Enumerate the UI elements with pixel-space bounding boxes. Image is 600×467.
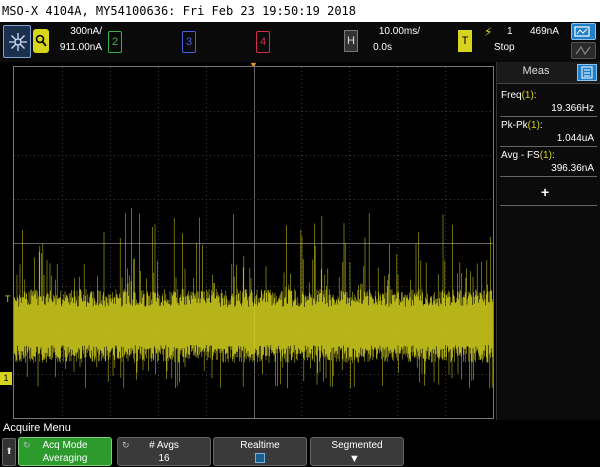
main-menu-button[interactable] xyxy=(3,25,31,58)
softkey-value: Averaging xyxy=(42,453,88,464)
starburst-icon xyxy=(9,33,27,51)
waveform-display[interactable] xyxy=(13,66,494,419)
divider xyxy=(500,146,597,147)
navigate-button[interactable] xyxy=(571,42,596,59)
softkey-label: Realtime xyxy=(240,440,280,451)
channel-1-ground-marker[interactable]: 1 xyxy=(0,372,12,385)
run-state: Stop xyxy=(494,42,515,53)
channel-3-button[interactable]: 3 xyxy=(182,31,196,53)
num-avgs-softkey[interactable]: ↻ # Avgs 16 xyxy=(117,437,211,466)
horizontal-button[interactable]: H xyxy=(344,30,358,52)
control-bar: 300nA/ 911.00nA 2 3 4 H 10.00ms/ 0.0s T … xyxy=(0,22,600,62)
title-bar: MSO-X 4104A, MY54100636: Fri Feb 23 19:5… xyxy=(0,0,600,22)
softkey-label: Acq Mode xyxy=(42,440,88,451)
trigger-level[interactable]: 469nA xyxy=(530,26,559,37)
softkey-label: Segmented xyxy=(331,440,383,451)
channel-4-button[interactable]: 4 xyxy=(256,31,270,53)
graticule xyxy=(14,67,493,418)
channel-2-button[interactable]: 2 xyxy=(108,31,122,53)
acq-mode-softkey[interactable]: ↻ Acq Mode Averaging xyxy=(18,437,112,466)
trigger-level-marker: T xyxy=(5,294,11,304)
back-button[interactable]: ⬆ xyxy=(2,438,16,466)
channel-1-offset[interactable]: 911.00nA xyxy=(50,42,102,53)
timebase-value[interactable]: 10.00ms/ xyxy=(362,26,420,37)
realtime-softkey[interactable]: Realtime xyxy=(213,437,307,466)
softkey-menu: Acquire Menu ⬆ ↻ Acq Mode Averaging ↻ # … xyxy=(0,420,600,467)
trigger-source[interactable]: 1 xyxy=(507,26,513,37)
divider xyxy=(500,116,597,117)
down-arrow-icon: ▼ xyxy=(349,453,360,465)
segmented-softkey[interactable]: Segmented ▼ xyxy=(310,437,404,466)
meas-pkpk-label: Pk-Pk(1): xyxy=(501,120,543,131)
meas-pkpk-value: 1.044uA xyxy=(556,133,594,144)
title-text: MSO-X 4104A, MY54100636: Fri Feb 23 19:5… xyxy=(2,4,357,18)
divider xyxy=(500,176,597,177)
add-measurement-button[interactable]: + xyxy=(541,184,549,200)
channel-1-button[interactable] xyxy=(33,29,49,53)
zoom-icon xyxy=(574,26,590,37)
softkey-label: # Avgs xyxy=(149,440,179,451)
rising-edge-icon: ⚡ xyxy=(484,25,493,39)
meas-freq-label: Freq(1): xyxy=(501,90,537,101)
realtime-checkbox[interactable] xyxy=(255,453,265,463)
softkey-value: 16 xyxy=(158,453,170,464)
meas-avg-value: 396.36nA xyxy=(551,163,594,174)
channel-1-scale[interactable]: 300nA/ xyxy=(50,26,102,37)
probe-icon xyxy=(35,34,47,47)
meas-list-icon[interactable] xyxy=(577,64,597,81)
meas-header: Meas xyxy=(497,62,600,84)
delay-value[interactable]: 0.0s xyxy=(362,42,392,53)
meas-panel: Meas Freq(1): 19.366Hz Pk-Pk(1): 1.044uA… xyxy=(496,62,600,420)
trigger-button[interactable]: T xyxy=(458,30,472,52)
zoom-button[interactable] xyxy=(571,23,596,40)
meas-title[interactable]: Meas xyxy=(497,65,575,77)
wave-icon xyxy=(575,45,591,56)
menu-title: Acquire Menu xyxy=(3,422,71,434)
grid-lines xyxy=(14,67,493,418)
meas-avg-label: Avg - FS(1): xyxy=(501,150,555,161)
channel-1-trace xyxy=(14,208,493,389)
meas-freq-value: 19.366Hz xyxy=(551,103,594,114)
divider xyxy=(500,205,597,206)
